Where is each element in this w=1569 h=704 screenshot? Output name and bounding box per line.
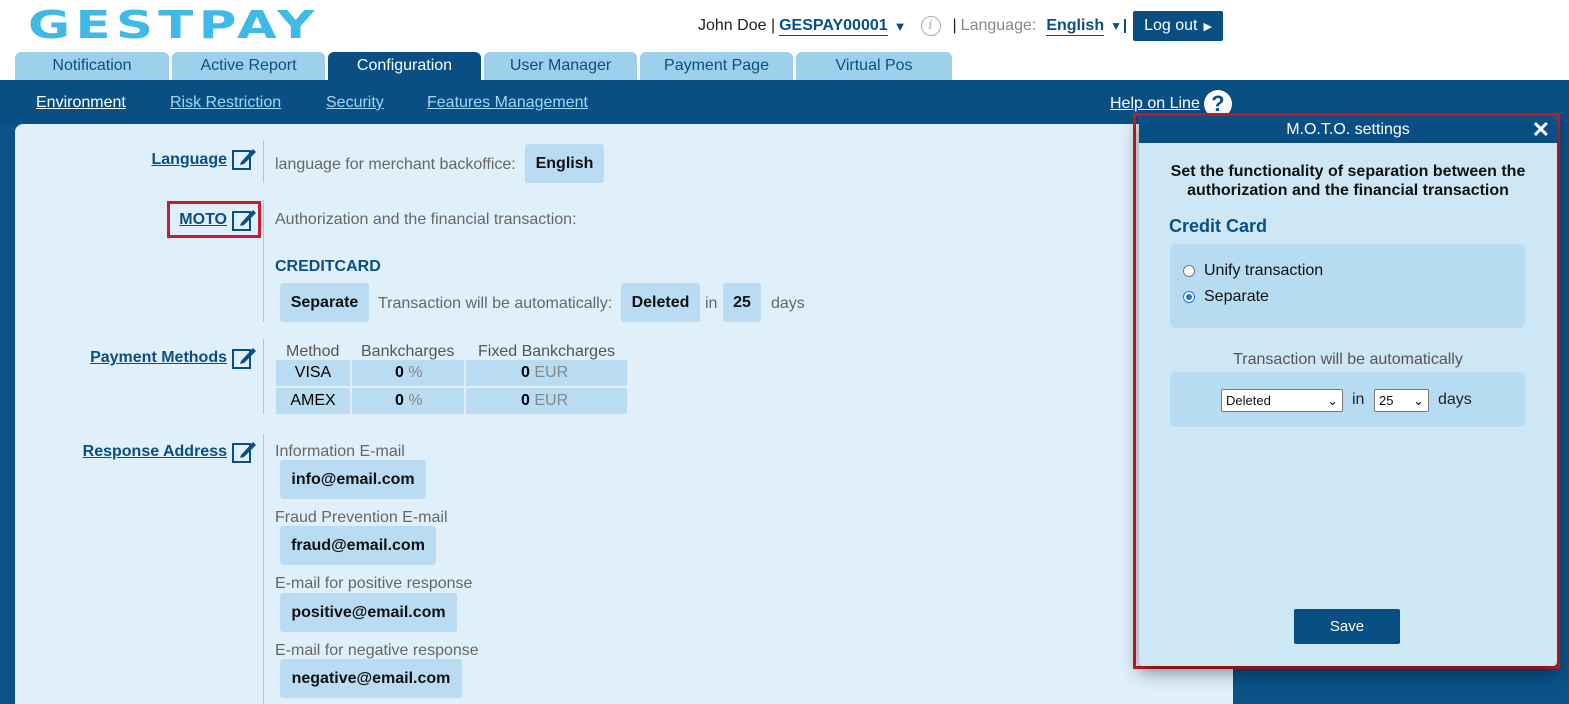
email-value: info@email.com	[280, 460, 426, 499]
radio-icon[interactable]	[1183, 265, 1195, 277]
divider	[263, 200, 264, 322]
close-icon[interactable]: ✕	[1532, 116, 1550, 143]
email-value: negative@email.com	[280, 659, 462, 698]
moto-action-value: Deleted	[621, 283, 700, 322]
logout-button[interactable]: Log out ▶	[1133, 11, 1223, 41]
highlight-box	[167, 201, 261, 238]
response-address-link[interactable]: Response Address	[50, 443, 227, 461]
payment-methods-link[interactable]: Payment Methods	[60, 349, 227, 367]
radio-unify-transaction[interactable]: Unify transaction	[1183, 262, 1323, 280]
bankcharge-cell: 0 %	[352, 360, 464, 386]
days-select[interactable]: 25 ⌄	[1374, 389, 1429, 412]
tab-user-manager[interactable]: User Manager	[484, 52, 637, 80]
auto-transaction-label: Transaction will be automatically	[1233, 351, 1463, 368]
moto-in-text: in	[705, 295, 718, 312]
column-header: Bankcharges	[361, 343, 455, 360]
user-name: John Doe	[698, 17, 767, 34]
options-box	[1170, 244, 1525, 328]
tab-notification[interactable]: Notification	[15, 52, 169, 80]
radio-selected-icon[interactable]	[1183, 291, 1195, 303]
main-tabs: Notification Active Report Configuration…	[15, 52, 952, 80]
divider	[263, 339, 264, 414]
fixed-charge-cell: 0 EUR	[466, 388, 627, 414]
tab-virtual-pos[interactable]: Virtual Pos	[796, 52, 952, 80]
email-label: E-mail for negative response	[275, 642, 479, 659]
column-header: Fixed Bankcharges	[478, 343, 615, 360]
fixed-charge-cell: 0 EUR	[466, 360, 627, 386]
language-value: English	[525, 144, 604, 183]
language-setting-link[interactable]: Language	[100, 151, 227, 169]
moto-description: Authorization and the financial transact…	[275, 211, 577, 228]
email-label: Fraud Prevention E-mail	[275, 509, 448, 526]
moto-mode-value: Separate	[280, 283, 369, 322]
tab-active-report[interactable]: Active Report	[172, 52, 325, 80]
language-description: language for merchant backoffice:	[275, 156, 516, 173]
moto-auto-text: Transaction will be automatically:	[378, 295, 613, 312]
account-selector[interactable]: GESPAY00001	[779, 17, 888, 36]
subnav-features-management[interactable]: Features Management	[427, 94, 588, 112]
subnav-risk-restriction[interactable]: Risk Restriction	[170, 94, 281, 112]
table-row: AMEX 0 % 0 EUR	[276, 388, 627, 414]
edit-icon[interactable]	[231, 145, 257, 171]
tab-configuration[interactable]: Configuration	[328, 52, 481, 80]
subnav-security[interactable]: Security	[326, 94, 384, 112]
chevron-down-icon[interactable]: ▼	[1110, 19, 1126, 33]
gestpay-logo: GESTPAY	[28, 3, 320, 47]
method-cell: VISA	[276, 360, 350, 386]
user-bar: John Doe | GESPAY00001 ▼ i | Language: E…	[698, 12, 1126, 40]
email-value: positive@email.com	[280, 593, 457, 632]
tab-payment-page[interactable]: Payment Page	[640, 52, 793, 80]
moto-days-value: 25	[723, 283, 761, 322]
in-text: in	[1352, 391, 1365, 408]
divider	[263, 434, 264, 704]
dialog-header: M.O.T.O. settings ✕	[1139, 116, 1557, 143]
edit-icon[interactable]	[231, 344, 257, 370]
table-row: VISA 0 % 0 EUR	[276, 360, 627, 386]
chevron-down-icon: ⌄	[1413, 393, 1424, 408]
language-selector[interactable]: English	[1046, 17, 1105, 36]
edit-icon[interactable]	[231, 438, 257, 464]
moto-days-text: days	[771, 295, 805, 312]
days-text: days	[1438, 391, 1472, 408]
email-label: E-mail for positive response	[275, 575, 473, 592]
language-label: Language:	[960, 17, 1037, 34]
email-value: fraud@email.com	[280, 526, 436, 565]
moto-section-title: CREDITCARD	[275, 258, 381, 275]
method-cell: AMEX	[276, 388, 350, 414]
email-label: Information E-mail	[275, 443, 405, 460]
subnav-environment[interactable]: Environment	[36, 94, 126, 112]
column-header: Method	[286, 343, 340, 360]
bankcharge-cell: 0 %	[352, 388, 464, 414]
info-icon[interactable]: i	[920, 16, 941, 36]
save-button[interactable]: Save	[1294, 609, 1400, 644]
moto-settings-dialog: M.O.T.O. settings ✕ Set the functionalit…	[1139, 116, 1557, 666]
credit-card-section-title: Credit Card	[1169, 216, 1268, 236]
dialog-heading: Set the functionality of separation betw…	[1170, 163, 1526, 199]
dialog-title: M.O.T.O. settings	[1286, 121, 1410, 138]
chevron-down-icon[interactable]: ▼	[894, 19, 907, 34]
radio-separate[interactable]: Separate	[1183, 288, 1269, 306]
action-select[interactable]: Deleted ⌄	[1221, 389, 1343, 412]
chevron-down-icon: ⌄	[1327, 393, 1338, 408]
divider	[263, 141, 264, 183]
play-arrow-icon: ▶	[1203, 20, 1212, 33]
